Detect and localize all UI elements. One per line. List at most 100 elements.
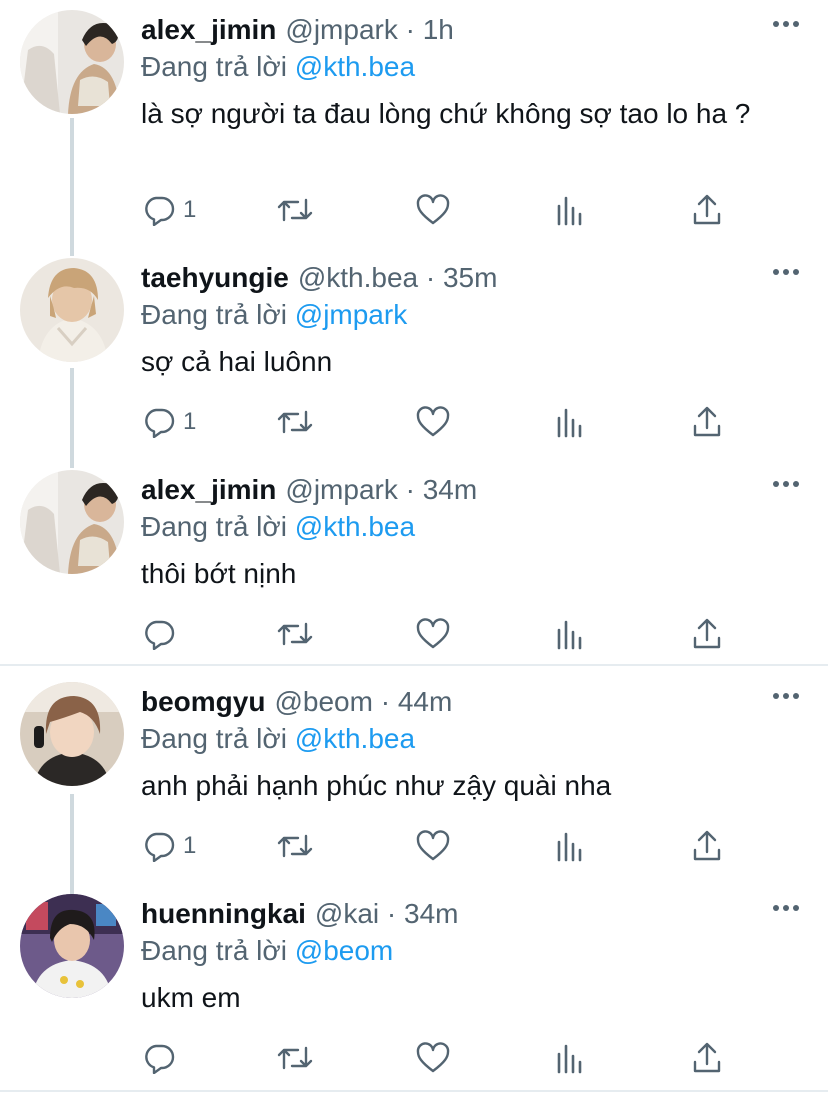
divider bbox=[0, 664, 828, 666]
like-button[interactable] bbox=[416, 826, 450, 866]
more-icon[interactable] bbox=[773, 480, 799, 488]
retweet-icon bbox=[277, 1046, 313, 1070]
tweet[interactable]: alex_jimin @jmpark · 1h Đang trả lời @kt… bbox=[0, 10, 828, 240]
tweet-text: là sợ người ta đau lòng chứ không sợ tao… bbox=[141, 98, 751, 129]
avatar[interactable] bbox=[20, 470, 124, 574]
analytics-button[interactable] bbox=[556, 190, 584, 230]
tweet-text: sợ cả hai luônn bbox=[141, 346, 333, 377]
share-icon bbox=[693, 194, 721, 225]
handle[interactable]: @kai bbox=[315, 894, 379, 934]
like-icon bbox=[416, 194, 450, 225]
reply-button[interactable]: 1 bbox=[143, 826, 196, 866]
mention-link[interactable]: @kth.bea bbox=[295, 723, 415, 754]
reply-prefix: Đang trả lời bbox=[141, 511, 287, 542]
analytics-button[interactable] bbox=[556, 614, 584, 654]
reply-button[interactable]: 1 bbox=[143, 402, 196, 442]
handle[interactable]: @jmpark bbox=[285, 470, 397, 510]
retweet-button[interactable] bbox=[276, 826, 314, 866]
more-icon[interactable] bbox=[773, 268, 799, 276]
like-icon bbox=[416, 1042, 450, 1073]
analytics-icon bbox=[557, 620, 582, 650]
handle[interactable]: @beom bbox=[274, 682, 372, 722]
analytics-button[interactable] bbox=[556, 1038, 584, 1078]
avatar[interactable] bbox=[20, 10, 124, 114]
more-icon[interactable] bbox=[773, 20, 799, 28]
display-name[interactable]: huenningkai bbox=[141, 894, 306, 934]
like-icon bbox=[416, 406, 450, 437]
tweet[interactable]: alex_jimin @jmpark · 34m Đang trả lời @k… bbox=[0, 470, 828, 660]
reply-button[interactable] bbox=[143, 1038, 183, 1078]
reply-prefix: Đang trả lời bbox=[141, 935, 287, 966]
retweet-button[interactable] bbox=[276, 190, 314, 230]
like-icon bbox=[416, 618, 450, 649]
tweet[interactable]: taehyungie @kth.bea · 35m Đang trả lời @… bbox=[0, 258, 828, 448]
share-button[interactable] bbox=[692, 614, 722, 654]
mention-link[interactable]: @kth.bea bbox=[295, 51, 415, 82]
tweet-actions bbox=[0, 614, 828, 654]
display-name[interactable]: alex_jimin bbox=[141, 470, 276, 510]
mention-link[interactable]: @beom bbox=[295, 935, 393, 966]
retweet-icon bbox=[277, 198, 313, 222]
avatar[interactable] bbox=[20, 258, 124, 362]
reply-count: 1 bbox=[183, 408, 197, 435]
reply-count: 1 bbox=[183, 196, 197, 223]
reply-count: 1 bbox=[183, 832, 197, 859]
meta-dot: · bbox=[379, 898, 405, 929]
reply-icon bbox=[145, 832, 175, 862]
retweet-button[interactable] bbox=[276, 402, 314, 442]
share-button[interactable] bbox=[692, 190, 722, 230]
retweet-button[interactable] bbox=[276, 1038, 314, 1078]
avatar[interactable] bbox=[20, 682, 124, 786]
like-button[interactable] bbox=[416, 402, 450, 442]
analytics-icon bbox=[557, 408, 582, 438]
timestamp[interactable]: 34m bbox=[423, 470, 477, 510]
timestamp[interactable]: 44m bbox=[398, 682, 452, 722]
reply-context: Đang trả lời @beom bbox=[141, 931, 393, 971]
timestamp[interactable]: 34m bbox=[404, 894, 458, 934]
timestamp[interactable]: 1h bbox=[423, 10, 454, 50]
handle[interactable]: @kth.bea bbox=[298, 258, 418, 298]
like-button[interactable] bbox=[416, 190, 450, 230]
reply-button[interactable] bbox=[143, 614, 183, 654]
display-name[interactable]: beomgyu bbox=[141, 682, 265, 722]
share-icon bbox=[693, 406, 721, 437]
display-name[interactable]: taehyungie bbox=[141, 258, 289, 298]
reply-button[interactable]: 1 bbox=[143, 190, 196, 230]
analytics-icon bbox=[557, 196, 582, 226]
reply-context: Đang trả lời @jmpark bbox=[141, 295, 407, 335]
mention-link[interactable]: @kth.bea bbox=[295, 511, 415, 542]
tweet-text: anh phải hạnh phúc như zậy quài nha bbox=[141, 770, 612, 801]
timestamp[interactable]: 35m bbox=[443, 258, 497, 298]
analytics-icon bbox=[557, 832, 582, 862]
reply-icon bbox=[145, 196, 175, 226]
more-icon[interactable] bbox=[773, 692, 799, 700]
reply-context: Đang trả lời @kth.bea bbox=[141, 47, 415, 87]
share-button[interactable] bbox=[692, 402, 722, 442]
reply-context: Đang trả lời @kth.bea bbox=[141, 719, 415, 759]
analytics-button[interactable] bbox=[556, 826, 584, 866]
tweet-actions: 1 bbox=[0, 826, 828, 866]
display-name[interactable]: alex_jimin bbox=[141, 10, 276, 50]
tweet-text: ukm em bbox=[141, 982, 241, 1013]
retweet-button[interactable] bbox=[276, 614, 314, 654]
meta-dot: · bbox=[397, 14, 423, 45]
reply-icon bbox=[145, 408, 175, 438]
like-button[interactable] bbox=[416, 1038, 450, 1078]
avatar[interactable] bbox=[20, 894, 124, 998]
share-button[interactable] bbox=[692, 826, 722, 866]
more-icon[interactable] bbox=[773, 904, 799, 912]
share-icon bbox=[693, 830, 721, 861]
mention-link[interactable]: @jmpark bbox=[295, 299, 407, 330]
tweet[interactable]: beomgyu @beom · 44m Đang trả lời @kth.be… bbox=[0, 682, 828, 872]
analytics-button[interactable] bbox=[556, 402, 584, 442]
share-icon bbox=[693, 618, 721, 649]
share-button[interactable] bbox=[692, 1038, 722, 1078]
reply-icon bbox=[145, 620, 175, 650]
handle[interactable]: @jmpark bbox=[285, 10, 397, 50]
share-icon bbox=[693, 1042, 721, 1073]
reply-prefix: Đang trả lời bbox=[141, 723, 287, 754]
retweet-icon bbox=[277, 834, 313, 858]
like-button[interactable] bbox=[416, 614, 450, 654]
reply-icon bbox=[145, 1044, 175, 1074]
tweet[interactable]: huenningkai @kai · 34m Đang trả lời @beo… bbox=[0, 894, 828, 1084]
